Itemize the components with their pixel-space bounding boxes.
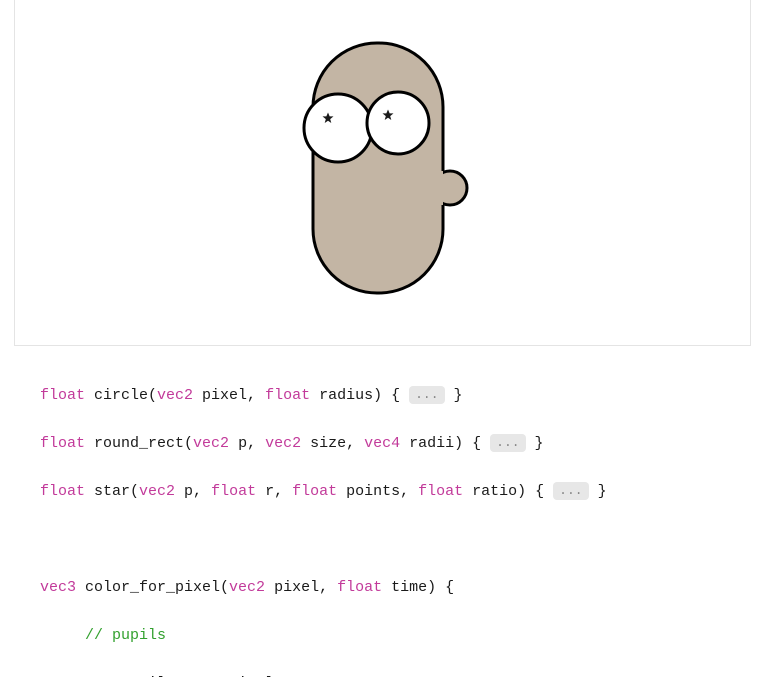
ear-mask xyxy=(429,171,443,205)
head-shape xyxy=(313,43,443,293)
fold-marker[interactable]: ... xyxy=(553,482,588,500)
code-line-5[interactable]: vec3 color_for_pixel(vec2 pixel, float t… xyxy=(40,576,765,600)
code-line-6[interactable]: // pupils xyxy=(40,624,765,648)
type-keyword: vec2 xyxy=(157,387,193,404)
code-line-blank[interactable] xyxy=(40,528,765,552)
fn-decl: circle( xyxy=(85,387,157,404)
code-line-2[interactable]: float round_rect(vec2 p, vec2 size, vec4… xyxy=(40,432,765,456)
left-eye xyxy=(304,94,372,162)
code-line-1[interactable]: float circle(vec2 pixel, float radius) {… xyxy=(40,384,765,408)
character-drawing xyxy=(253,23,513,323)
type-keyword: float xyxy=(265,387,310,404)
code-editor[interactable]: float circle(vec2 pixel, float radius) {… xyxy=(0,346,765,677)
type-keyword: float xyxy=(40,387,85,404)
comment: // pupils xyxy=(76,627,166,644)
code-line-7[interactable]: vec2 pupil_pos = pixel; xyxy=(40,672,765,677)
code-line-3[interactable]: float star(vec2 p, float r, float points… xyxy=(40,480,765,504)
fold-marker[interactable]: ... xyxy=(490,434,525,452)
right-eye xyxy=(367,92,429,154)
shader-preview xyxy=(14,0,751,346)
fold-marker[interactable]: ... xyxy=(409,386,444,404)
